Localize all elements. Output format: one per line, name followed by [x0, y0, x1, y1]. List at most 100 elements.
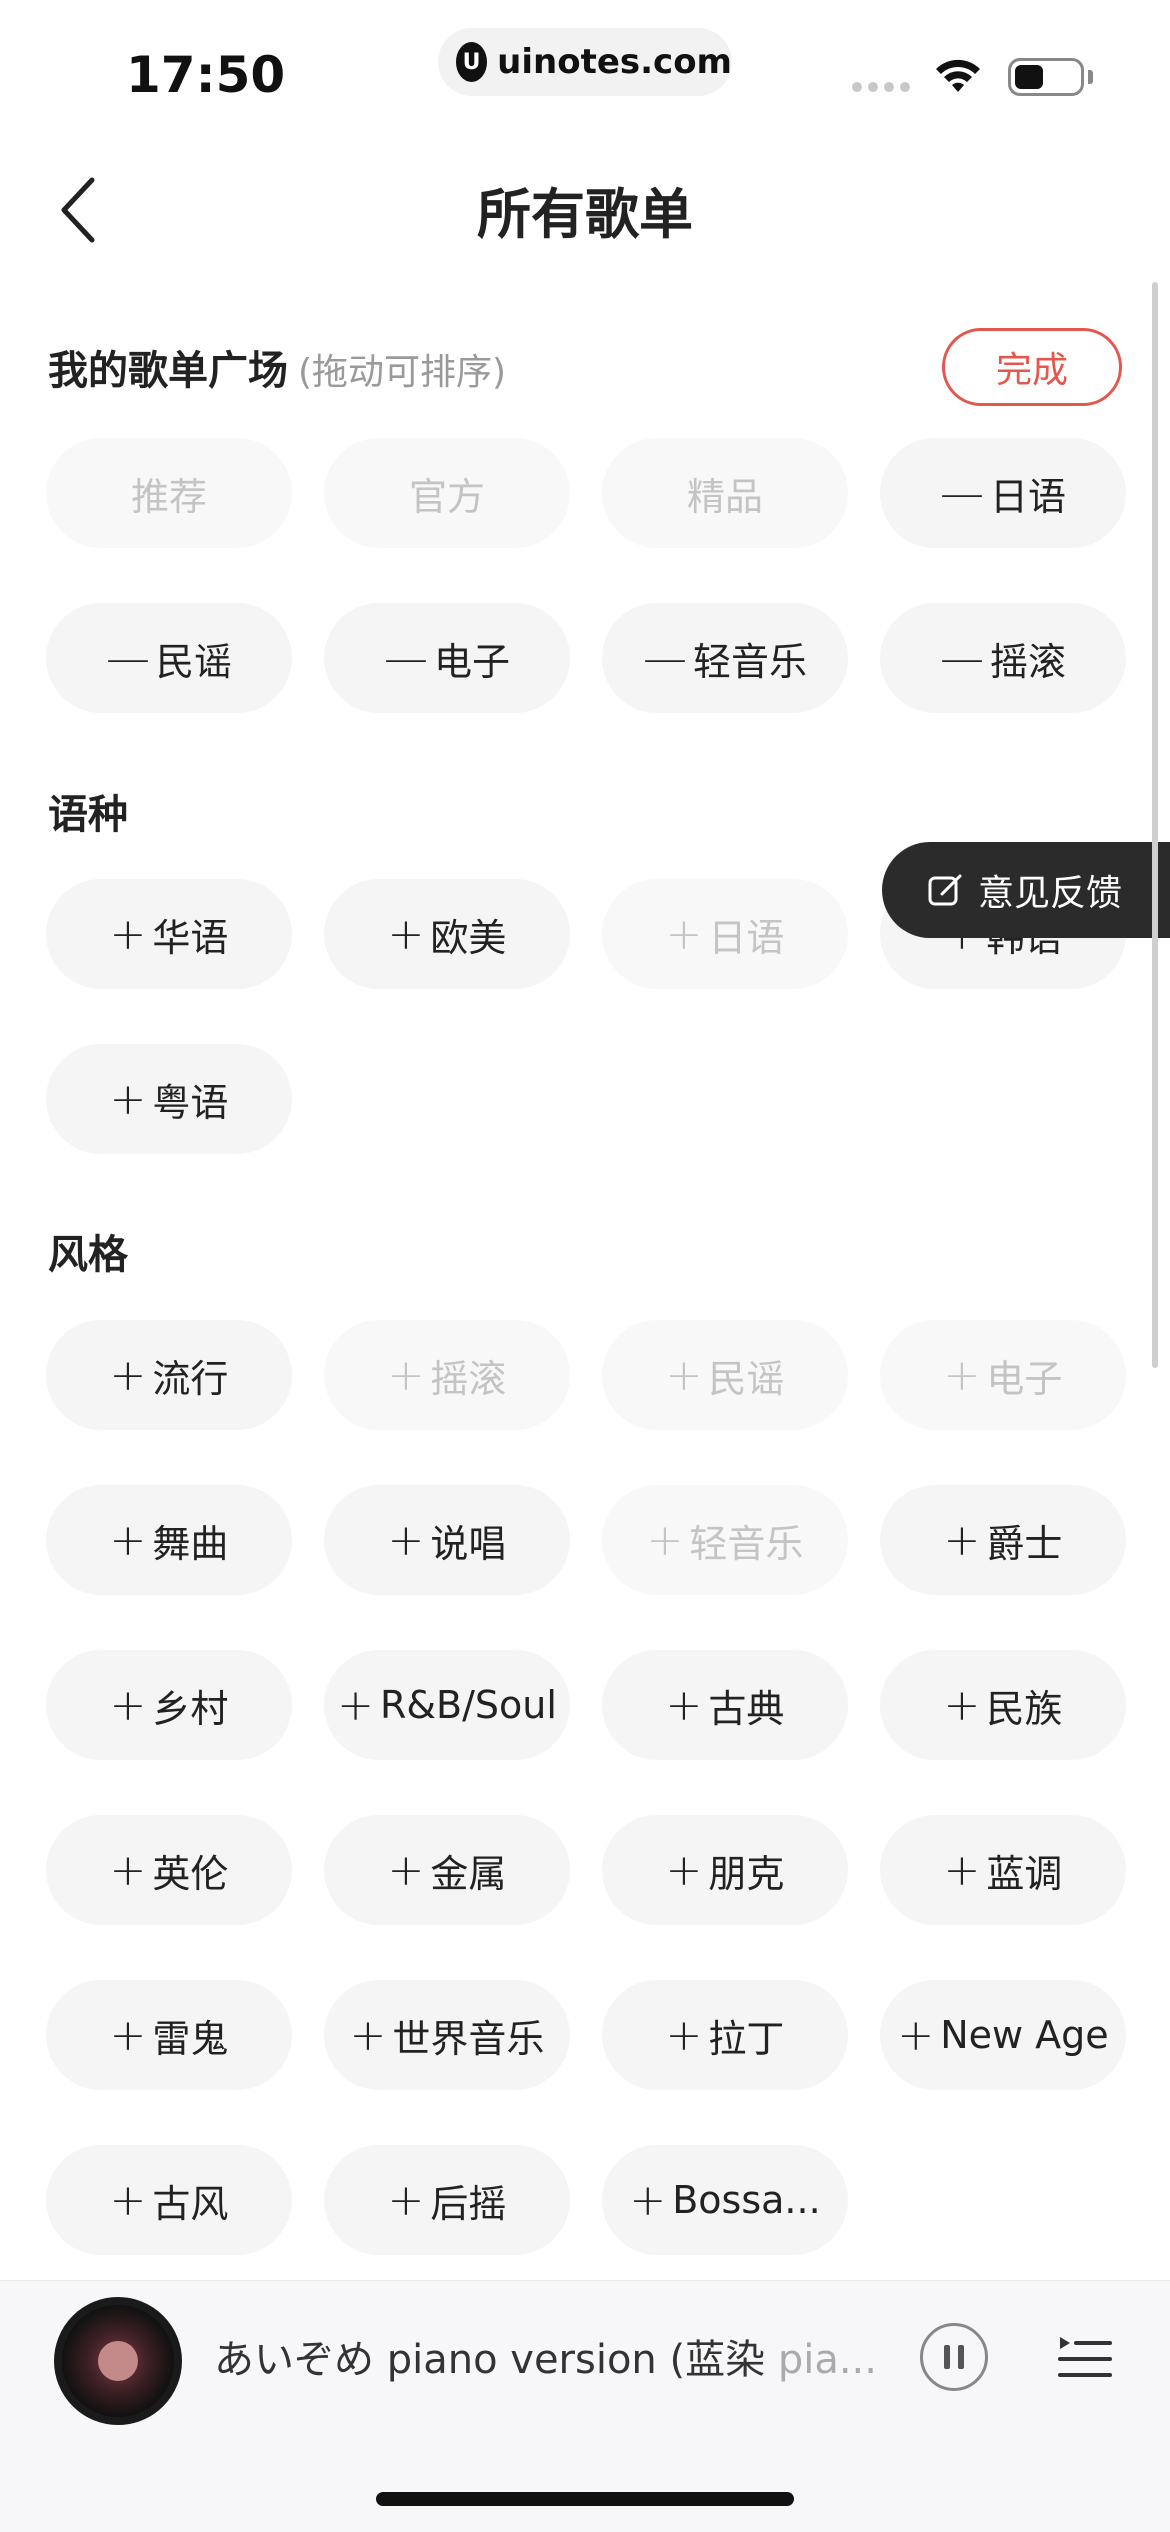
- add-icon: +: [897, 2009, 935, 2061]
- lang-chip[interactable]: + 日语: [602, 879, 848, 989]
- wifi-icon: [936, 59, 980, 92]
- style-chip-label: 拉丁: [708, 2016, 785, 2061]
- song-title-fade: pia...: [777, 2337, 877, 2383]
- lang-chip-label: 日语: [708, 915, 785, 960]
- style-chip[interactable]: + 金属: [324, 1815, 570, 1925]
- add-icon: +: [665, 1349, 703, 1401]
- style-chip[interactable]: + 爵士: [880, 1485, 1126, 1595]
- my-chip[interactable]: 推荐: [46, 438, 292, 548]
- add-icon: +: [109, 2174, 147, 2226]
- style-chip[interactable]: + 舞曲: [46, 1485, 292, 1595]
- add-icon: +: [943, 1349, 981, 1401]
- add-icon: +: [109, 1514, 147, 1566]
- status-bar: 17:50 U uinotes.com: [0, 0, 1170, 140]
- style-chip[interactable]: + 流行: [46, 1320, 292, 1430]
- my-chip[interactable]: 官方: [324, 438, 570, 548]
- lang-chip[interactable]: + 华语: [46, 879, 292, 989]
- style-chip[interactable]: + 英伦: [46, 1815, 292, 1925]
- my-section-hint: (拖动可排序): [298, 352, 507, 393]
- my-chip[interactable]: — 轻音乐: [602, 603, 848, 713]
- style-chip[interactable]: + R&B/Soul: [324, 1650, 570, 1760]
- style-chip-label: 流行: [152, 1356, 229, 1401]
- my-chip[interactable]: — 民谣: [46, 603, 292, 713]
- my-chip-label: 电子: [433, 639, 510, 684]
- add-icon: +: [387, 908, 425, 960]
- style-chip[interactable]: + 蓝调: [880, 1815, 1126, 1925]
- my-chip[interactable]: — 日语: [880, 438, 1126, 548]
- lang-section-title: 语种: [48, 792, 128, 838]
- lang-chip[interactable]: + 欧美: [324, 879, 570, 989]
- scrollbar[interactable]: [1152, 282, 1158, 1368]
- style-chip[interactable]: + New Age: [880, 1980, 1126, 2090]
- add-icon: +: [665, 908, 703, 960]
- style-chip[interactable]: + 古典: [602, 1650, 848, 1760]
- style-section-title: 风格: [48, 1232, 128, 1278]
- feedback-button[interactable]: 意见反馈: [882, 842, 1170, 938]
- lang-chip-label: 华语: [152, 915, 229, 960]
- style-chip[interactable]: + 民族: [880, 1650, 1126, 1760]
- my-chip-label: 日语: [989, 474, 1066, 519]
- style-chip[interactable]: + 电子: [880, 1320, 1126, 1430]
- pause-button[interactable]: [920, 2323, 988, 2391]
- my-section-title: 我的歌单广场: [48, 348, 288, 394]
- my-chip[interactable]: — 电子: [324, 603, 570, 713]
- my-chip-label: 摇滚: [989, 639, 1066, 684]
- remove-icon: —: [383, 632, 428, 684]
- feedback-label: 意见反馈: [978, 873, 1123, 914]
- style-chip[interactable]: + 轻音乐: [602, 1485, 848, 1595]
- my-chip-label: 精品: [686, 474, 763, 519]
- add-icon: +: [109, 908, 147, 960]
- add-icon: +: [665, 2009, 703, 2061]
- my-chip[interactable]: — 摇滚: [880, 603, 1126, 713]
- style-chip-label: 后摇: [430, 2181, 507, 2226]
- lang-chip-label: 粤语: [152, 1080, 229, 1125]
- done-button[interactable]: 完成: [942, 328, 1122, 406]
- playlist-icon[interactable]: [1056, 2329, 1112, 2385]
- style-chip-label: 舞曲: [152, 1521, 229, 1566]
- battery-icon: [1008, 58, 1084, 96]
- my-chip-label: 民谣: [155, 639, 232, 684]
- home-indicator: [376, 2492, 794, 2506]
- style-chip[interactable]: + 世界音乐: [324, 1980, 570, 2090]
- style-chip-label: 金属: [430, 1851, 507, 1896]
- status-time: 17:50: [126, 46, 286, 104]
- style-chip[interactable]: + 古风: [46, 2145, 292, 2255]
- remove-icon: —: [642, 632, 687, 684]
- style-chip[interactable]: + 雷鬼: [46, 1980, 292, 2090]
- style-chip-label: 民谣: [708, 1356, 785, 1401]
- style-chip[interactable]: + 说唱: [324, 1485, 570, 1595]
- remove-icon: —: [939, 467, 984, 519]
- my-chip[interactable]: 精品: [602, 438, 848, 548]
- remove-icon: —: [939, 632, 984, 684]
- battery-cap: [1088, 70, 1093, 84]
- style-chip[interactable]: + 朋克: [602, 1815, 848, 1925]
- add-icon: +: [665, 1679, 703, 1731]
- style-chip-label: 古风: [152, 2181, 229, 2226]
- style-chip-label: 古典: [708, 1686, 785, 1731]
- url-pill[interactable]: U uinotes.com: [438, 28, 732, 96]
- style-chip-label: 世界音乐: [392, 2016, 545, 2061]
- style-chip[interactable]: + 民谣: [602, 1320, 848, 1430]
- add-icon: +: [665, 1844, 703, 1896]
- style-chip-label: 朋克: [708, 1851, 785, 1896]
- add-icon: +: [629, 2174, 667, 2226]
- song-title-main: あいぞめ piano version (蓝染: [214, 2337, 778, 2383]
- edit-icon: [928, 874, 962, 906]
- style-chip-label: New Age: [940, 2013, 1109, 2057]
- album-cover[interactable]: [54, 2297, 182, 2425]
- style-chip[interactable]: + 乡村: [46, 1650, 292, 1760]
- lang-chip-label: 欧美: [430, 915, 507, 960]
- style-chip[interactable]: + 后摇: [324, 2145, 570, 2255]
- add-icon: +: [387, 1349, 425, 1401]
- song-title[interactable]: あいぞめ piano version (蓝染 pia...: [214, 2327, 894, 2385]
- my-section-header: 我的歌单广场 (拖动可排序): [48, 338, 506, 396]
- add-icon: +: [109, 1073, 147, 1125]
- style-chip[interactable]: + Bossa...: [602, 2145, 848, 2255]
- style-chip-label: Bossa...: [672, 2178, 821, 2222]
- style-chip[interactable]: + 拉丁: [602, 1980, 848, 2090]
- add-icon: +: [943, 1679, 981, 1731]
- add-icon: +: [943, 1844, 981, 1896]
- style-chip[interactable]: + 摇滚: [324, 1320, 570, 1430]
- lang-chip[interactable]: + 粤语: [46, 1044, 292, 1154]
- style-chip-label: 轻音乐: [689, 1521, 804, 1566]
